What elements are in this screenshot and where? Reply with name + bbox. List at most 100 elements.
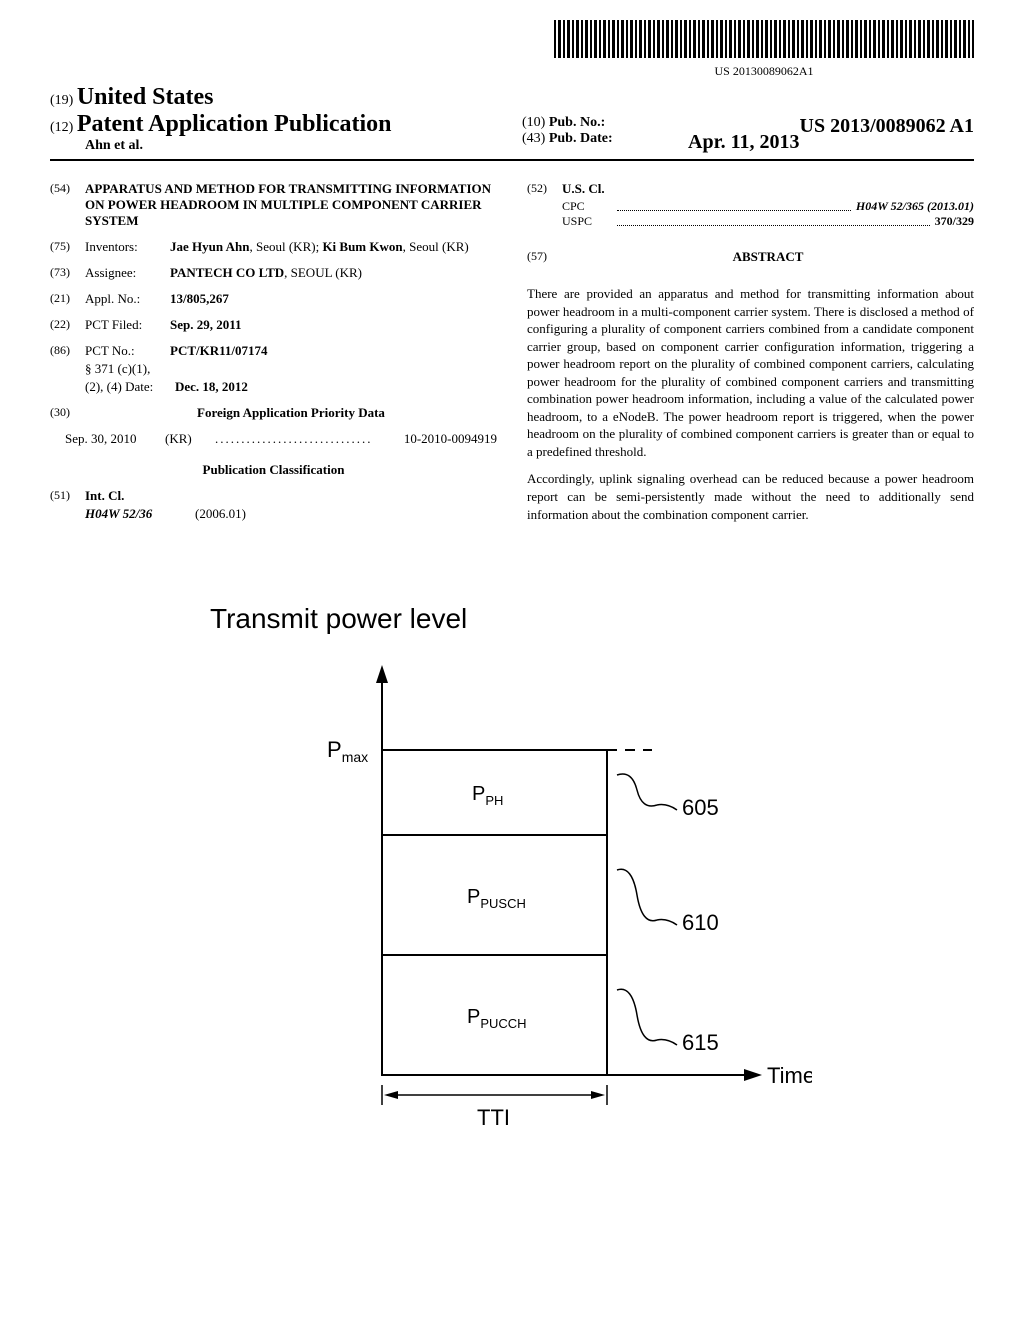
applno-field: (21) Appl. No.: 13/805,267 (50, 291, 497, 307)
priority-dots: .............................. (215, 431, 404, 447)
region-ppusch (382, 835, 607, 955)
blank-num2 (50, 379, 85, 395)
intcl-code: H04W 52/36 (85, 506, 195, 522)
ref-tail-610 (657, 920, 677, 925)
label-ppusch: PPUSCH (467, 886, 526, 911)
time-label: Time (767, 1063, 812, 1088)
ref-tail-605 (657, 805, 677, 810)
tti-label: TTI (477, 1105, 510, 1130)
section371-field: § 371 (c)(1), (50, 361, 497, 377)
pctfiled-field: (22) PCT Filed: Sep. 29, 2011 (50, 317, 497, 333)
intcl-entry: H04W 52/36 (2006.01) (85, 506, 497, 522)
barcode-text: US 20130089062A1 (554, 64, 974, 79)
pctno-label: PCT No.: (85, 343, 170, 359)
label-pph: PPH (472, 783, 503, 808)
intcl-field: (51) Int. Cl. (50, 488, 497, 504)
uscl-field: (52) U.S. Cl. (527, 181, 974, 197)
priority-heading: Foreign Application Priority Data (85, 405, 497, 421)
priority-num: (30) (50, 405, 85, 421)
authors: Ahn et al. (85, 138, 502, 154)
chart-svg: PPH PPUSCH PPUCCH 605 610 615 Pmax Time … (212, 655, 812, 1155)
priority-row: Sep. 30, 2010 (KR) .....................… (65, 431, 497, 447)
intcl-label: Int. Cl. (85, 488, 124, 504)
pctfiled-value: Sep. 29, 2011 (170, 317, 497, 333)
ref-curve-610 (617, 869, 657, 920)
left-column: (54) APPARATUS AND METHOD FOR TRANSMITTI… (50, 181, 497, 533)
priority-date: Sep. 30, 2010 (65, 431, 165, 447)
pub-num: (12) (50, 120, 73, 135)
header-section: (19) United States (12) Patent Applicati… (50, 84, 974, 161)
pubdate-num: (43) (522, 131, 545, 146)
assignee-field: (73) Assignee: PANTECH CO LTD, SEOUL (KR… (50, 265, 497, 281)
intcl-num: (51) (50, 488, 85, 504)
dotted-fill-1 (617, 199, 851, 211)
uscl-num: (52) (527, 181, 562, 197)
content-columns: (54) APPARATUS AND METHOD FOR TRANSMITTI… (50, 181, 974, 533)
ref-curve-615 (617, 989, 657, 1040)
priority-value: 10-2010-0094919 (404, 431, 497, 447)
applno-label: Appl. No.: (85, 291, 170, 307)
assignee-label: Assignee: (85, 265, 170, 281)
abstract-heading: ABSTRACT (562, 249, 974, 265)
pubdate-value: Apr. 11, 2013 (688, 131, 800, 154)
uspc-label: USPC (562, 214, 612, 229)
pubno-label: Pub. No.: (549, 115, 605, 130)
figure-section: Transmit power level PPH PPUSCH PPUCCH 6… (50, 603, 974, 1155)
tti-arrow-right (591, 1091, 605, 1099)
cpc-label: CPC (562, 199, 612, 214)
uspc-value: 370/329 (935, 214, 974, 229)
uscl-label: U.S. Cl. (562, 181, 605, 197)
pctno-value: PCT/KR11/07174 (170, 343, 497, 359)
label-ppucch: PPUCCH (467, 1006, 527, 1031)
ref-615: 615 (682, 1030, 719, 1055)
blank-num (50, 361, 85, 377)
title-num: (54) (50, 181, 85, 229)
y-axis-arrow (376, 665, 388, 683)
pubno-value: US 2013/0089062 A1 (800, 115, 974, 138)
assignee-num: (73) (50, 265, 85, 281)
inventors-label: Inventors: (85, 239, 170, 255)
abstract-num: (57) (527, 249, 562, 275)
priority-country: (KR) (165, 431, 215, 447)
pubno-num: (10) (522, 115, 545, 130)
abstract-p2: Accordingly, uplink signaling overhead c… (527, 470, 974, 523)
applno-value: 13/805,267 (170, 291, 497, 307)
abstract-p1: There are provided an apparatus and meth… (527, 285, 974, 460)
cpc-value: H04W 52/365 (2013.01) (856, 199, 974, 214)
inventors-num: (75) (50, 239, 85, 255)
cpc-line: CPC H04W 52/365 (2013.01) (562, 199, 974, 214)
country-num: (19) (50, 93, 73, 108)
intcl-year: (2006.01) (195, 506, 246, 522)
chart-container: PPH PPUSCH PPUCCH 605 610 615 Pmax Time … (212, 655, 812, 1155)
pctno-field: (86) PCT No.: PCT/KR11/07174 (50, 343, 497, 359)
ref-tail-615 (657, 1040, 677, 1045)
dotted-fill-2 (617, 214, 930, 226)
header-right: (10) Pub. No.: US 2013/0089062 A1 (43) P… (502, 115, 974, 154)
inventors-field: (75) Inventors: Jae Hyun Ahn, Seoul (KR)… (50, 239, 497, 255)
pctfiled-num: (22) (50, 317, 85, 333)
pctno-num: (86) (50, 343, 85, 359)
pubclass-heading: Publication Classification (50, 462, 497, 478)
tti-arrow-left (384, 1091, 398, 1099)
region-ppucch (382, 955, 607, 1075)
pmax-label: Pmax (327, 737, 368, 765)
country-name: United States (77, 84, 214, 110)
figure-title: Transmit power level (210, 603, 974, 635)
priority-heading-row: (30) Foreign Application Priority Data (50, 405, 497, 421)
section371-label: § 371 (c)(1), (85, 361, 497, 377)
ref-curve-605 (617, 774, 657, 806)
barcode-section: US 20130089062A1 (50, 20, 974, 79)
uspc-line: USPC 370/329 (562, 214, 974, 229)
assignee-value: PANTECH CO LTD, SEOUL (KR) (170, 265, 497, 281)
header-left: (19) United States (12) Patent Applicati… (50, 84, 502, 154)
right-column: (52) U.S. Cl. CPC H04W 52/365 (2013.01) … (527, 181, 974, 533)
ref-605: 605 (682, 795, 719, 820)
applno-num: (21) (50, 291, 85, 307)
section371-date-label: (2), (4) Date: (85, 379, 175, 395)
inventors-value: Jae Hyun Ahn, Seoul (KR); Ki Bum Kwon, S… (170, 239, 497, 255)
country-line: (19) United States (50, 84, 502, 111)
pubno-line: (10) Pub. No.: US 2013/0089062 A1 (522, 115, 974, 131)
title-field: (54) APPARATUS AND METHOD FOR TRANSMITTI… (50, 181, 497, 229)
pub-title: Patent Application Publication (77, 111, 392, 137)
section371-date-field: (2), (4) Date: Dec. 18, 2012 (50, 379, 497, 395)
